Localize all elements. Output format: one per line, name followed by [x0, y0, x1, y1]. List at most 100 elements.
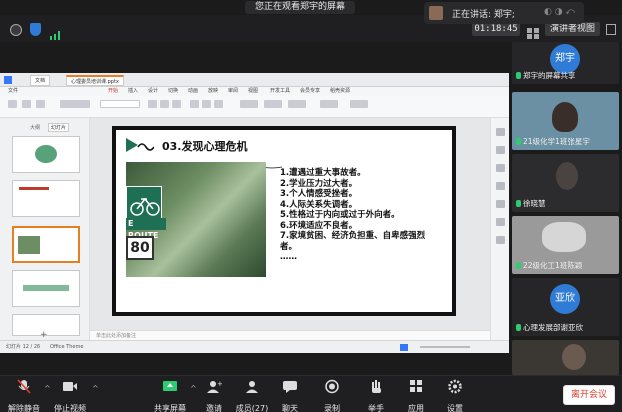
align-left-icon[interactable]	[190, 100, 199, 108]
cut-icon[interactable]	[22, 100, 31, 108]
chevron-up-icon[interactable]: ^	[92, 384, 99, 393]
members-icon	[246, 381, 258, 393]
slide-bullet: 2.学业压力过大者。	[280, 178, 358, 189]
tool-icon[interactable]	[496, 146, 505, 154]
italic-icon[interactable]	[160, 100, 169, 108]
mic-icon	[516, 138, 521, 145]
slides-tab[interactable]: 幻灯片	[48, 123, 70, 132]
align-center-icon[interactable]	[202, 100, 211, 108]
apps-label: 应用	[408, 404, 424, 412]
add-slide-icon[interactable]: +	[40, 330, 48, 340]
arrange-icon[interactable]	[288, 100, 306, 108]
chat-label: 聊天	[282, 404, 298, 412]
current-slide[interactable]: 03.发现心理危机 E ROUTE 80 1.遭遇过重大事故者。 2.学业压力过…	[112, 126, 456, 316]
slide-thumbnail-selected[interactable]	[12, 226, 80, 263]
participant-tile[interactable]: 22级化工1班陈颖	[512, 216, 619, 274]
tool-icon[interactable]	[496, 218, 505, 226]
mic-icon	[516, 200, 521, 207]
outline-tab[interactable]: 大纲	[30, 124, 40, 131]
speed-sign: 80	[126, 236, 154, 260]
tool-icon[interactable]	[496, 182, 505, 190]
mic-icon	[516, 72, 521, 79]
menu-view[interactable]: 视图	[248, 87, 258, 96]
info-icon[interactable]	[10, 24, 22, 36]
notes-field[interactable]: 单击此处添加备注	[90, 330, 490, 340]
speaker-view-button[interactable]: 演讲者视图	[545, 22, 601, 36]
chat-icon	[283, 381, 297, 393]
wps-ribbon	[0, 96, 509, 118]
menu-animation[interactable]: 动画	[188, 87, 198, 96]
slide-thumbnail[interactable]	[12, 180, 80, 217]
menu-home[interactable]: 开始	[108, 87, 118, 96]
share-screen-icon	[163, 381, 177, 391]
apps-button[interactable]: 应用	[394, 379, 438, 412]
paste-icon[interactable]	[8, 100, 17, 108]
menu-developer[interactable]: 开发工具	[270, 87, 290, 96]
route-sign: E ROUTE	[126, 218, 166, 240]
speaker-avatar	[429, 6, 443, 20]
menu-docer[interactable]: 稻壳资源	[330, 87, 350, 96]
menu-slideshow[interactable]: 放映	[208, 87, 218, 96]
wps-status-bar: 幻灯片 12 / 26 Office Theme	[0, 340, 509, 353]
participant-tile[interactable]: 亚欣 心理发展部谢亚欣	[512, 278, 619, 336]
menu-insert[interactable]: 插入	[128, 87, 138, 96]
shape-icon[interactable]	[264, 100, 282, 108]
menu-transition[interactable]: 切换	[168, 87, 178, 96]
shield-icon[interactable]	[30, 23, 41, 36]
grid-icon[interactable]	[527, 24, 539, 39]
slide-thumbnail[interactable]	[12, 136, 80, 173]
share-screen-button[interactable]: 共享屏幕	[148, 379, 192, 412]
participant-tile[interactable]: 郑宇 郑宇的屏幕共享	[512, 42, 619, 84]
raise-hand-button[interactable]: 举手	[354, 379, 398, 412]
bold-icon[interactable]	[148, 100, 157, 108]
speaking-controls-icon[interactable]: ◐ ◑ ⤺	[544, 7, 578, 19]
participant-name: 心理发展部谢亚欣	[516, 322, 583, 333]
participant-name: 徐晓慧	[516, 198, 546, 209]
signal-icon[interactable]	[50, 25, 62, 40]
raise-hand-label: 举手	[368, 404, 384, 412]
hand-icon	[372, 380, 381, 393]
chat-button[interactable]: 聊天	[268, 379, 312, 412]
slide-thumbnail[interactable]	[12, 270, 80, 307]
participant-tile[interactable]: 徐晓慧	[512, 154, 619, 212]
fullscreen-icon[interactable]	[606, 24, 616, 35]
tool-icon[interactable]	[496, 128, 505, 136]
textbox-icon[interactable]	[240, 100, 258, 108]
wps-tab-bar: 文档 心理委员培训课.pptx	[0, 73, 509, 87]
settings-button[interactable]: 设置	[433, 379, 477, 412]
slide-bullet: 1.遭遇过重大事故者。	[280, 168, 366, 178]
tool-icon[interactable]	[496, 200, 505, 208]
speaking-indicator: 正在讲话: 郑宇; ◐ ◑ ⤺	[424, 2, 584, 24]
align-right-icon[interactable]	[214, 100, 223, 108]
menu-review[interactable]: 审阅	[228, 87, 238, 96]
record-button[interactable]: 录制	[310, 379, 354, 412]
stop-video-button[interactable]: 停止视频	[48, 379, 92, 412]
find-icon[interactable]	[320, 100, 338, 108]
select-icon[interactable]	[350, 100, 368, 108]
viewing-banner-text: 您正在观看郑宇的屏幕	[245, 1, 356, 14]
menu-design[interactable]: 设计	[148, 87, 158, 96]
font-select[interactable]	[100, 100, 140, 108]
participant-tile[interactable]	[512, 340, 619, 375]
menu-file[interactable]: 文件	[8, 87, 18, 96]
new-slide-icon[interactable]	[60, 100, 90, 108]
mic-icon	[516, 324, 521, 331]
slide-photo: E ROUTE 80	[126, 162, 266, 277]
underline-icon[interactable]	[172, 100, 181, 108]
theme-name: Office Theme	[50, 344, 84, 350]
menu-member[interactable]: 会员专享	[300, 87, 320, 96]
slide-bullet: 4.人际关系失调者。	[280, 199, 358, 210]
copy-icon[interactable]	[36, 100, 45, 108]
wps-tab-file[interactable]: 心理委员培训课.pptx	[66, 75, 124, 86]
play-icon[interactable]	[400, 344, 408, 351]
members-label: 成员(27)	[235, 404, 269, 412]
leave-meeting-button[interactable]: 离开会议	[563, 385, 615, 405]
tool-icon[interactable]	[496, 164, 505, 172]
avatar: 亚欣	[550, 284, 580, 314]
zoom-slider[interactable]	[420, 346, 470, 348]
video-feed	[562, 344, 586, 370]
wps-tab-docs[interactable]: 文档	[30, 75, 51, 86]
participant-tile[interactable]: 21级化学1班张星宇	[512, 92, 619, 150]
tool-icon[interactable]	[496, 236, 505, 244]
unmute-button[interactable]: 解除静音	[2, 379, 46, 412]
